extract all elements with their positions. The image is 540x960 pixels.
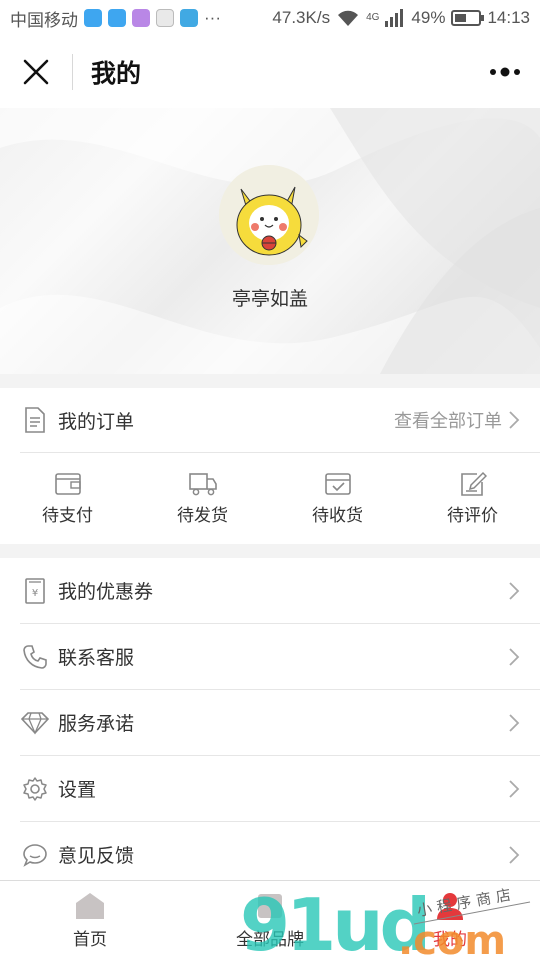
status-pending-receipt[interactable]: 待收货	[270, 453, 405, 544]
page-title: 我的	[91, 60, 142, 88]
profile-header: 亭亭如盖	[0, 108, 540, 374]
chevron-right-icon	[509, 411, 520, 429]
coupon-icon: ¥	[20, 576, 50, 606]
my-orders-row[interactable]: 我的订单 查看全部订单	[20, 388, 540, 452]
browser-app-icon	[180, 9, 198, 27]
menu-item-service-promise[interactable]: 服务承诺	[20, 690, 540, 755]
chevron-right-icon	[509, 713, 520, 732]
tab-label: 全部品牌	[236, 930, 304, 949]
row-chevron	[508, 647, 520, 667]
menu-list: ¥ 我的优惠券 联系客服 服务承诺 设置 意见反馈	[0, 558, 540, 880]
tab-mine[interactable]: 我的	[360, 881, 540, 960]
row-chevron	[508, 845, 520, 865]
gallery-app-icon	[132, 9, 150, 27]
user-icon	[437, 893, 463, 920]
avatar-image	[219, 165, 319, 265]
chat-app-icon	[108, 9, 126, 27]
brand-icon	[258, 894, 282, 918]
menu-item-label: 服务承诺	[58, 714, 135, 735]
signal-icon	[385, 9, 404, 27]
status-pending-review[interactable]: 待评价	[405, 453, 540, 544]
status-label: 待发货	[177, 506, 228, 525]
clock: 14:13	[487, 8, 530, 27]
tab-label: 首页	[73, 930, 107, 949]
my-orders-label: 我的订单	[58, 411, 135, 433]
orders-card: 我的订单 查看全部订单 待支付 待发货 待收货 待评价	[0, 388, 540, 544]
text-app-icon	[156, 9, 174, 27]
status-label: 待评价	[447, 506, 498, 525]
svg-text:¥: ¥	[32, 588, 38, 599]
battery-percent: 49%	[411, 8, 446, 27]
net-speed: 47.3K/s	[272, 8, 331, 27]
review-icon	[460, 471, 487, 496]
truck-icon	[188, 473, 217, 496]
diamond-icon	[20, 708, 50, 738]
network-type: 4G	[366, 12, 380, 23]
menu-item-coupons[interactable]: ¥ 我的优惠券	[20, 558, 540, 623]
carrier-name: 中国移动	[10, 10, 78, 30]
tab-brands[interactable]: 全部品牌	[180, 881, 360, 960]
menu-item-feedback[interactable]: 意见反馈	[20, 822, 540, 887]
row-chevron	[508, 581, 520, 601]
status-pending-shipment[interactable]: 待发货	[135, 453, 270, 544]
menu-item-customer-service[interactable]: 联系客服	[20, 624, 540, 689]
username: 亭亭如盖	[231, 289, 308, 310]
tab-bar: 首页 全部品牌 我的	[0, 880, 540, 960]
tab-label: 我的	[433, 930, 467, 949]
more-options-button[interactable]	[470, 36, 540, 108]
tab-home[interactable]: 首页	[0, 881, 180, 960]
menu-item-label: 联系客服	[58, 648, 135, 669]
message-app-icon	[84, 9, 102, 27]
menu-item-label: 意见反馈	[58, 846, 135, 867]
gear-icon	[20, 774, 50, 804]
menu-item-settings[interactable]: 设置	[20, 756, 540, 821]
chevron-right-icon	[509, 779, 520, 798]
chat-icon	[20, 840, 50, 870]
battery-icon	[451, 10, 485, 26]
home-icon	[76, 893, 104, 919]
title-divider	[72, 54, 73, 90]
view-all-orders-label: 查看全部订单	[394, 411, 502, 431]
more-notifications-indicator: ···	[204, 8, 221, 27]
wallet-icon	[54, 473, 81, 495]
chevron-right-icon	[509, 845, 520, 864]
battery-fill	[455, 14, 467, 22]
document-icon	[20, 405, 50, 435]
more-icon	[490, 67, 520, 77]
receive-icon	[324, 473, 351, 495]
chevron-right-icon	[509, 647, 520, 666]
title-bar: 我的	[0, 36, 540, 108]
view-all-orders-link[interactable]: 查看全部订单	[394, 407, 520, 433]
wifi-icon	[338, 10, 359, 26]
status-bar: 中国移动 ··· 47.3K/s 4G 49% 14:13	[0, 0, 540, 36]
phone-icon	[20, 642, 50, 672]
menu-item-label: 设置	[58, 780, 97, 801]
chevron-right-icon	[509, 581, 520, 600]
status-label: 待收货	[312, 506, 363, 525]
status-pending-payment[interactable]: 待支付	[0, 453, 135, 544]
status-label: 待支付	[42, 506, 93, 525]
row-chevron	[508, 779, 520, 799]
user-avatar[interactable]	[219, 165, 319, 265]
close-button[interactable]	[0, 36, 72, 108]
row-chevron	[508, 713, 520, 733]
menu-item-label: 我的优惠券	[58, 582, 154, 603]
order-status-bar: 待支付 待发货 待收货 待评价	[0, 453, 540, 544]
close-icon	[23, 59, 49, 85]
